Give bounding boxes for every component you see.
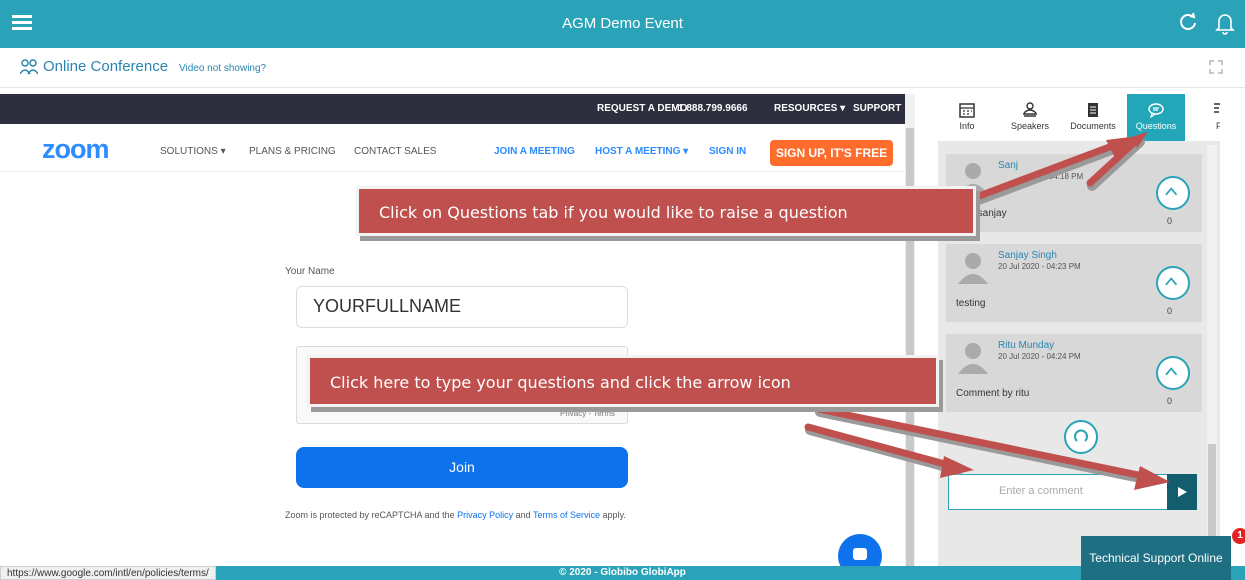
sign-in-link[interactable]: SIGN IN	[709, 146, 746, 157]
question-list: Sanj - 04:18 PM g by sanjay 0 Sanjay Sin…	[946, 148, 1202, 498]
signup-button[interactable]: SIGN UP, IT'S FREE	[770, 140, 893, 166]
question-card: Ritu Munday 20 Jul 2020 - 04:24 PM Comme…	[946, 334, 1202, 412]
question-card: Sanj - 04:18 PM g by sanjay 0	[946, 154, 1202, 232]
name-input[interactable]: YOURFULLNAME	[296, 286, 628, 328]
apply-text: apply.	[602, 510, 626, 520]
tab-info-label: Info	[959, 121, 975, 131]
question-card: Sanjay Singh 20 Jul 2020 - 04:23 PM test…	[946, 244, 1202, 322]
question-date: 20 Jul 2020 - 04:23 PM	[998, 262, 1081, 271]
privacy-policy-link[interactable]: Privacy Policy	[457, 510, 513, 520]
app-title: AGM Demo Event	[562, 15, 683, 32]
join-meeting-link[interactable]: JOIN A MEETING	[494, 146, 575, 157]
document-icon	[1088, 103, 1098, 117]
chevron-up-icon	[1165, 187, 1178, 196]
question-author: Sanj	[998, 160, 1019, 171]
calendar-icon	[959, 103, 975, 118]
callout-questions-tab: Click on Questions tab if you would like…	[356, 186, 976, 236]
poll-icon	[1214, 103, 1220, 113]
refresh-questions-button[interactable]	[1064, 420, 1098, 454]
event-sidebar: Info Speakers Documents Questions P Sanj…	[938, 94, 1220, 566]
section-title: Online Conference	[43, 58, 169, 75]
tab-info[interactable]: Info	[938, 94, 996, 141]
recaptcha-note: Zoom is protected by reCAPTCHA and the P…	[285, 510, 626, 520]
question-text: testing	[956, 298, 986, 309]
send-arrow-icon	[1178, 487, 1187, 497]
tab-questions-label: Questions	[1135, 121, 1177, 131]
tab-documents-label: Documents	[1070, 121, 1116, 131]
sidebar-tabs: Info Speakers Documents Questions P	[938, 94, 1220, 141]
send-button[interactable]	[1167, 474, 1197, 510]
upvote-button[interactable]	[1156, 266, 1190, 300]
zoom-scrollbar[interactable]	[905, 94, 915, 566]
solutions-link[interactable]: SOLUTIONS ▾	[160, 146, 226, 157]
question-date: - 04:18 PM	[1044, 172, 1084, 181]
question-date: 20 Jul 2020 - 04:24 PM	[998, 352, 1081, 361]
vote-count: 0	[1167, 306, 1173, 316]
name-label: Your Name	[285, 266, 335, 277]
captcha-terms[interactable]: Privacy - Terms	[560, 409, 615, 418]
refresh-icon	[1074, 429, 1088, 442]
comment-input[interactable]: Enter a comment	[948, 474, 1168, 510]
question-text: Comment by ritu	[956, 388, 1030, 399]
zoom-frame: REQUEST A DEMO 1.888.799.9666 RESOURCES …	[0, 94, 905, 566]
host-meeting-link[interactable]: HOST A MEETING ▾	[595, 146, 688, 157]
chevron-up-icon	[1165, 277, 1178, 286]
zoom-top-links: REQUEST A DEMO 1.888.799.9666 RESOURCES …	[0, 94, 905, 124]
and-text: and	[515, 510, 531, 520]
video-help-link[interactable]: Video not showing?	[179, 63, 266, 74]
support-link[interactable]: SUPPORT	[853, 103, 901, 114]
status-url: https://www.google.com/intl/en/policies/…	[0, 566, 216, 580]
chat-icon	[1148, 103, 1164, 118]
zoom-chat-button[interactable]	[838, 534, 882, 566]
tab-questions[interactable]: Questions	[1127, 94, 1185, 141]
plans-pricing-link[interactable]: PLANS & PRICING	[249, 146, 336, 157]
question-author: Ritu Munday	[998, 340, 1055, 351]
tab-polls[interactable]: P	[1190, 94, 1220, 141]
fullscreen-icon[interactable]	[1209, 60, 1223, 74]
people-icon	[20, 59, 38, 75]
callout-type-question: Click here to type your questions and cl…	[307, 355, 939, 407]
app-window: AGM Demo Event Online Conference Video n…	[0, 0, 1245, 580]
upvote-button[interactable]	[1156, 176, 1190, 210]
technical-support-button[interactable]: Technical Support Online	[1081, 536, 1231, 580]
vote-count: 0	[1167, 216, 1173, 226]
top-bar: AGM Demo Event	[0, 0, 1245, 48]
request-demo-link[interactable]: REQUEST A DEMO	[597, 103, 687, 114]
support-badge: 1	[1232, 528, 1245, 544]
chevron-up-icon	[1165, 367, 1178, 376]
avatar-icon	[958, 343, 988, 374]
question-author: Sanjay Singh	[998, 250, 1057, 261]
recaptcha-note-text: Zoom is protected by reCAPTCHA and the	[285, 510, 455, 520]
tab-speakers[interactable]: Speakers	[1001, 94, 1059, 141]
avatar-icon	[958, 253, 988, 284]
join-button[interactable]: Join	[296, 447, 628, 488]
upvote-button[interactable]	[1156, 356, 1190, 390]
chat-bubble-icon	[853, 548, 867, 560]
resources-link[interactable]: RESOURCES ▾	[774, 103, 845, 114]
zoom-nav: zoom SOLUTIONS ▾ PLANS & PRICING CONTACT…	[0, 124, 905, 172]
vote-count: 0	[1167, 396, 1173, 406]
tab-speakers-label: Speakers	[1010, 121, 1050, 131]
refresh-icon[interactable]	[1177, 11, 1199, 33]
contact-sales-link[interactable]: CONTACT SALES	[354, 146, 436, 157]
tab-documents[interactable]: Documents	[1064, 94, 1122, 141]
speakers-icon	[1023, 102, 1037, 117]
terms-link[interactable]: Terms of Service	[533, 510, 600, 520]
tab-polls-label: P	[1215, 121, 1220, 131]
phone-link[interactable]: 1.888.799.9666	[678, 103, 748, 114]
zoom-logo[interactable]: zoom	[42, 134, 109, 165]
conference-header: Online Conference Video not showing?	[0, 48, 1245, 88]
sidebar-scrollbar[interactable]	[1207, 145, 1217, 566]
bell-icon[interactable]	[1214, 11, 1236, 35]
